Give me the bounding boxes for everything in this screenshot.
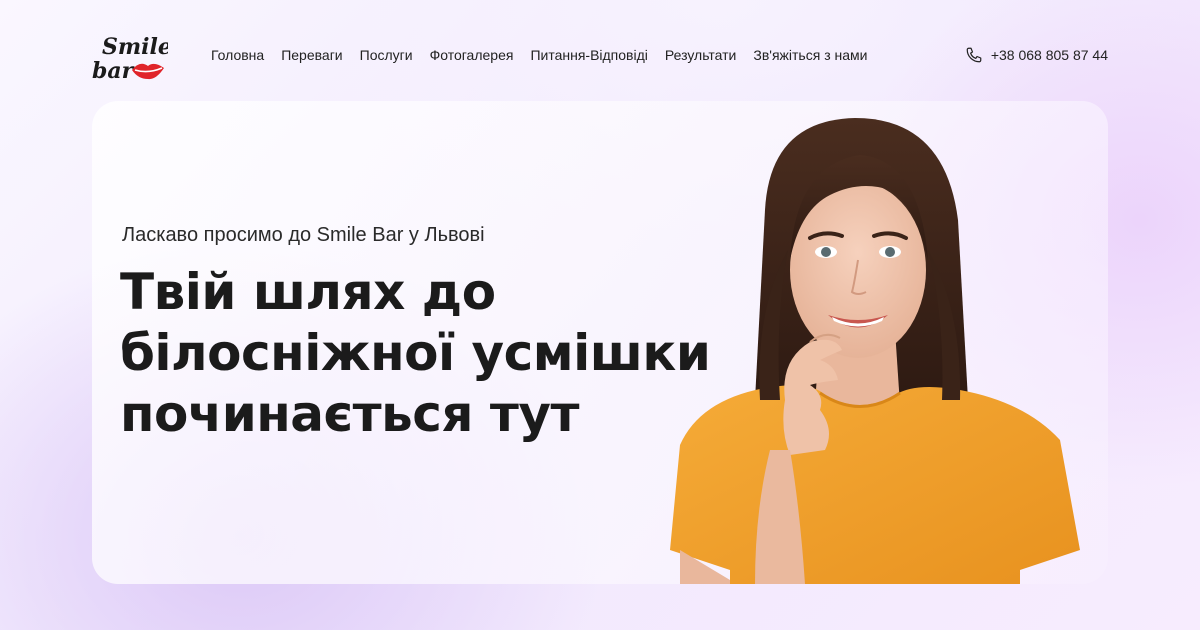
nav-item-services[interactable]: Послуги (360, 47, 413, 63)
logo-mark: Smile bar (92, 34, 172, 84)
nav-item-results[interactable]: Результати (665, 47, 737, 63)
phone-icon (966, 47, 982, 63)
woman-illustration (670, 118, 1080, 584)
phone-link[interactable]: +38 068 805 87 44 (965, 46, 1108, 64)
hero-subtitle: Ласкаво просимо до Smile Bar у Львові (122, 224, 485, 246)
hero-headline: Твій шлях до білосніжної усмішки починає… (120, 262, 740, 445)
headline-line: Твій шлях до (120, 263, 496, 321)
nav-item-contact[interactable]: Зв'яжіться з нами (753, 47, 867, 63)
nav-item-advantages[interactable]: Переваги (281, 47, 342, 63)
nav-item-home[interactable]: Головна (211, 47, 264, 63)
headline-line: білосніжної усмішки (120, 324, 711, 382)
nav-item-faq[interactable]: Питання-Відповіді (530, 47, 647, 63)
lips-icon (132, 63, 164, 80)
smiling-woman-photo (660, 110, 1090, 584)
nav-item-gallery[interactable]: Фотогалерея (430, 47, 514, 63)
site-header: Smile bar Головна Переваги Послуги Фотог… (92, 28, 1108, 84)
svg-text:bar: bar (92, 58, 135, 84)
phone-number: +38 068 805 87 44 (990, 47, 1108, 63)
main-nav: Головна Переваги Послуги Фотогалерея Пит… (211, 47, 867, 63)
headline-line: починається тут (120, 385, 579, 443)
smile-bar-logo[interactable]: Smile bar (92, 28, 172, 84)
svg-text:Smile: Smile (102, 34, 168, 60)
